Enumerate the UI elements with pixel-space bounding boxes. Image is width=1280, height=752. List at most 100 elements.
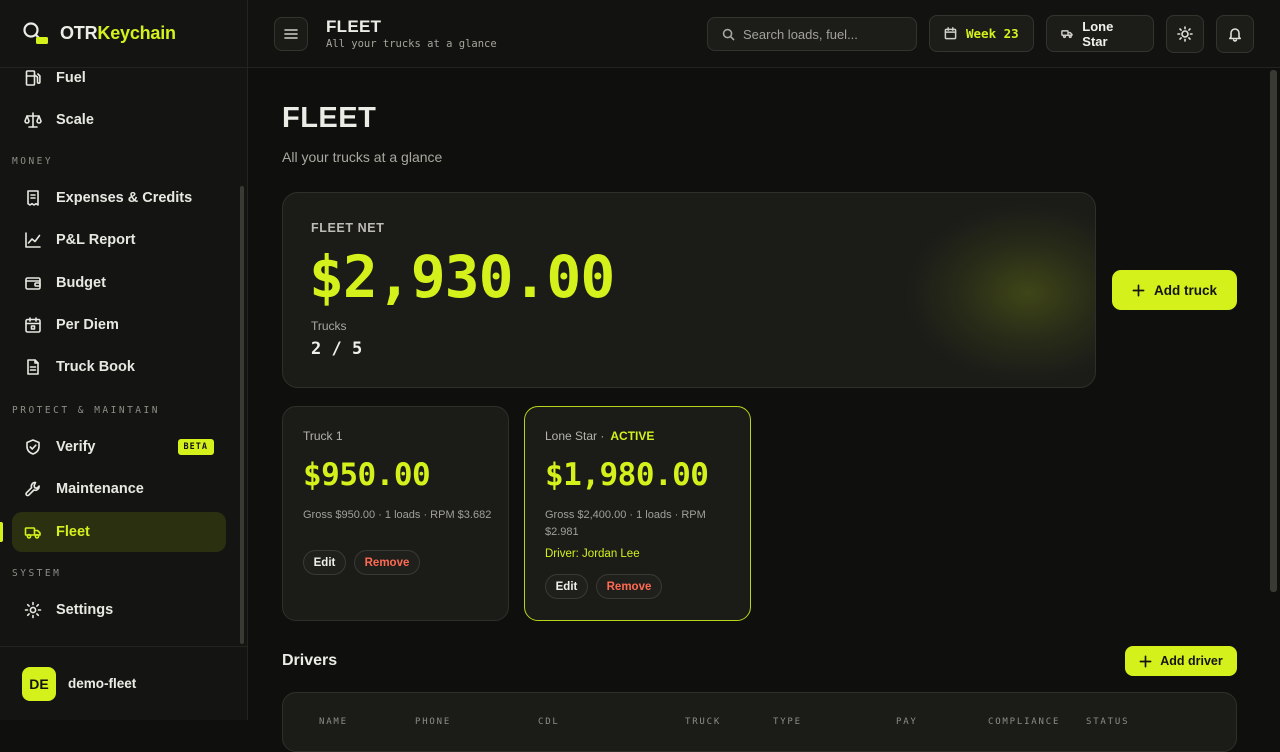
document-icon — [27, 359, 39, 375]
sidebar-item-maintenance[interactable]: Maintenance — [12, 469, 226, 509]
truck-meta: Gross $950.00 · 1 loads · RPM $3.682 — [303, 509, 492, 521]
truck-driver: Driver: Jordan Lee — [545, 548, 640, 560]
truck-net-value: $950.00 — [303, 457, 431, 493]
sidebar-item-fleet[interactable]: Fleet — [12, 512, 226, 552]
user-name: demo-fleet — [68, 676, 137, 691]
sun-icon — [1177, 26, 1193, 42]
column-header-phone[interactable]: PHONE — [415, 717, 451, 727]
truck-icon — [24, 527, 41, 539]
top-header: FLEET All your trucks at a glance Week 2… — [248, 0, 1280, 68]
sidebar-item-fuel[interactable]: Fuel — [12, 58, 226, 98]
trucks-count-value: 2 / 5 — [311, 339, 363, 359]
fuel-pump-icon — [25, 70, 41, 86]
calendar-icon — [25, 317, 41, 333]
search-input[interactable] — [743, 26, 903, 42]
line-chart-icon — [25, 232, 41, 248]
sidebar-item-label: Truck Book — [56, 359, 135, 375]
active-status-badge: ACTIVE — [610, 429, 655, 443]
section-money: MONEY — [12, 156, 54, 167]
sidebar-item-verify[interactable]: Verify BETA — [12, 427, 226, 467]
active-nav-indicator — [0, 522, 3, 542]
hamburger-menu-icon — [284, 29, 298, 39]
theme-toggle-button[interactable] — [1166, 15, 1204, 53]
sidebar-item-label: Settings — [56, 602, 114, 618]
truck-icon — [1061, 30, 1073, 39]
drivers-section-title: Drivers — [282, 652, 338, 669]
remove-truck-button[interactable]: Remove — [596, 574, 662, 599]
column-header-status[interactable]: STATUS — [1086, 717, 1129, 727]
column-header-truck[interactable]: TRUCK — [685, 717, 721, 727]
search-box[interactable] — [707, 17, 917, 51]
column-header-cdl[interactable]: CDL — [538, 717, 560, 727]
column-header-name[interactable]: NAME — [319, 717, 348, 727]
section-system: SYSTEM — [12, 568, 62, 579]
decorative-glow — [903, 203, 1095, 383]
truck-name: Lone Star · — [545, 429, 605, 443]
add-driver-label: Add driver — [1160, 654, 1223, 668]
menu-button[interactable] — [274, 17, 308, 51]
add-truck-button[interactable]: Add truck — [1112, 270, 1237, 310]
truck-selector[interactable]: Lone Star — [1046, 15, 1154, 52]
column-header-pay[interactable]: PAY — [896, 717, 918, 727]
header-subtitle: All your trucks at a glance — [326, 38, 497, 50]
calendar-icon — [944, 27, 957, 40]
wallet-icon — [25, 277, 41, 290]
edit-truck-button[interactable]: Edit — [303, 550, 346, 575]
shield-check-icon — [26, 439, 40, 455]
sidebar-scrollbar[interactable] — [240, 186, 244, 644]
sidebar-item-truck-book[interactable]: Truck Book — [12, 347, 226, 387]
avatar: DE — [22, 666, 56, 701]
scale-icon — [24, 112, 42, 128]
column-header-compliance[interactable]: COMPLIANCE — [988, 717, 1060, 727]
fleet-net-value: $2,930.00 — [309, 243, 615, 311]
sidebar-item-label: Per Diem — [56, 317, 119, 333]
brand[interactable]: OTRKeychain — [22, 18, 176, 48]
fleet-net-card: FLEET NET $2,930.00 Trucks 2 / 5 — [282, 192, 1096, 388]
notifications-button[interactable] — [1216, 15, 1254, 53]
header-title: FLEET — [326, 17, 382, 36]
sidebar-item-expenses[interactable]: Expenses & Credits — [12, 178, 226, 218]
sidebar-item-per-diem[interactable]: Per Diem — [12, 305, 226, 345]
sidebar-item-label: Budget — [56, 275, 106, 291]
truck-net-value: $1,980.00 — [545, 457, 709, 493]
gear-icon — [24, 601, 42, 619]
bell-icon — [1229, 28, 1241, 42]
page-title: FLEET — [282, 102, 377, 134]
sidebar-item-label: Expenses & Credits — [56, 190, 193, 206]
add-driver-button[interactable]: Add driver — [1125, 646, 1237, 676]
fleet-net-label: FLEET NET — [311, 221, 385, 235]
sidebar-item-label: Fleet — [56, 524, 90, 540]
week-selector[interactable]: Week 23 — [929, 15, 1034, 52]
remove-truck-button[interactable]: Remove — [354, 550, 420, 575]
wrench-icon — [25, 481, 40, 497]
sidebar-item-scale[interactable]: Scale — [12, 100, 226, 140]
week-label: Week 23 — [966, 26, 1019, 41]
page-subtitle: All your trucks at a glance — [282, 149, 443, 165]
search-icon — [722, 28, 735, 40]
sidebar-item-label: Verify — [56, 439, 96, 455]
receipt-icon — [27, 190, 39, 206]
truck-name: Truck 1 — [303, 429, 343, 443]
sidebar: OTRKeychain Fuel Scale MONEY Expenses & … — [0, 0, 248, 720]
edit-truck-button[interactable]: Edit — [545, 574, 588, 599]
sidebar-item-label: Scale — [56, 112, 94, 128]
drivers-table: NAME PHONE CDL TRUCK TYPE PAY COMPLIANCE… — [282, 692, 1237, 752]
plus-icon — [1139, 655, 1152, 667]
sidebar-item-label: Maintenance — [56, 481, 144, 497]
trucks-count-label: Trucks — [311, 319, 347, 333]
truck-card-truck-1[interactable]: Truck 1 $950.00 Gross $950.00 · 1 loads … — [282, 406, 509, 621]
truck-card-lone-star[interactable]: Lone Star · ACTIVE $1,980.00 Gross $2,40… — [524, 406, 751, 621]
keychain-logo-icon — [22, 20, 48, 46]
sidebar-item-pl-report[interactable]: P&L Report — [12, 220, 226, 260]
sidebar-item-settings[interactable]: Settings — [12, 590, 226, 630]
plus-icon — [1132, 284, 1145, 296]
beta-badge: BETA — [177, 439, 214, 455]
truck-selector-label: Lone Star — [1082, 18, 1114, 49]
main-scrollbar[interactable] — [1270, 70, 1277, 592]
user-profile[interactable]: DE demo-fleet — [0, 646, 248, 720]
truck-meta: Gross $2,400.00 · 1 loads · RPM $2.981 — [545, 509, 706, 538]
column-header-type[interactable]: TYPE — [773, 717, 802, 727]
sidebar-item-label: Fuel — [56, 70, 86, 86]
add-truck-label: Add truck — [1153, 282, 1217, 298]
sidebar-item-budget[interactable]: Budget — [12, 263, 226, 303]
